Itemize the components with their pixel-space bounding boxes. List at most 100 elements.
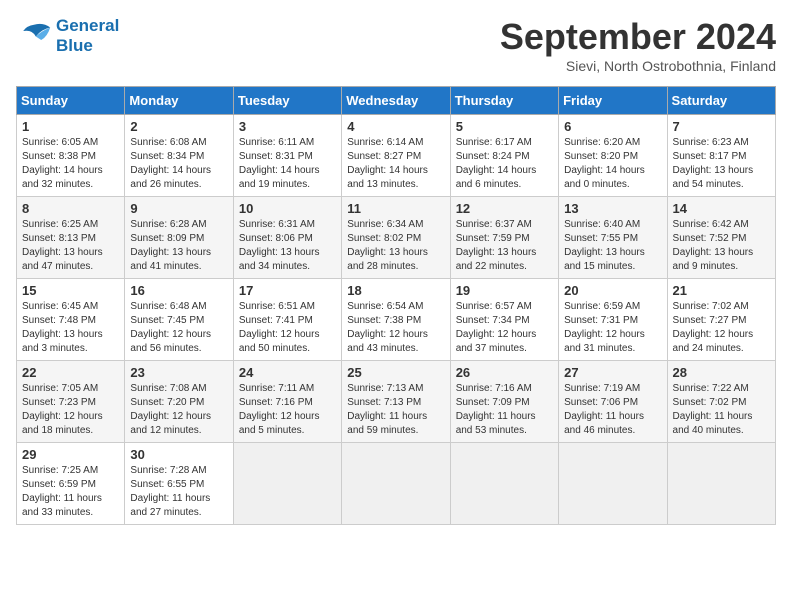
calendar-cell [559,443,667,525]
calendar-cell: 17 Sunrise: 6:51 AMSunset: 7:41 PMDaylig… [233,279,341,361]
day-info: Sunrise: 6:05 AMSunset: 8:38 PMDaylight:… [22,136,119,192]
calendar-cell: 30 Sunrise: 7:28 AMSunset: 6:55 PMDaylig… [125,443,233,525]
day-info: Sunrise: 6:48 AMSunset: 7:45 PMDaylight:… [130,300,227,356]
day-number: 14 [673,201,770,216]
day-number: 4 [347,119,444,134]
calendar-cell: 8 Sunrise: 6:25 AMSunset: 8:13 PMDayligh… [17,197,125,279]
day-number: 13 [564,201,661,216]
calendar-cell: 12 Sunrise: 6:37 AMSunset: 7:59 PMDaylig… [450,197,558,279]
calendar-week-4: 22 Sunrise: 7:05 AMSunset: 7:23 PMDaylig… [17,361,776,443]
calendar-cell [342,443,450,525]
day-number: 26 [456,365,553,380]
day-info: Sunrise: 6:14 AMSunset: 8:27 PMDaylight:… [347,136,444,192]
calendar-cell: 11 Sunrise: 6:34 AMSunset: 8:02 PMDaylig… [342,197,450,279]
day-number: 25 [347,365,444,380]
day-number: 22 [22,365,119,380]
day-info: Sunrise: 7:28 AMSunset: 6:55 PMDaylight:… [130,464,227,520]
day-number: 7 [673,119,770,134]
day-info: Sunrise: 6:42 AMSunset: 7:52 PMDaylight:… [673,218,770,274]
day-info: Sunrise: 7:05 AMSunset: 7:23 PMDaylight:… [22,382,119,438]
calendar-cell: 18 Sunrise: 6:54 AMSunset: 7:38 PMDaylig… [342,279,450,361]
day-info: Sunrise: 6:11 AMSunset: 8:31 PMDaylight:… [239,136,336,192]
day-info: Sunrise: 7:19 AMSunset: 7:06 PMDaylight:… [564,382,661,438]
day-info: Sunrise: 7:13 AMSunset: 7:13 PMDaylight:… [347,382,444,438]
calendar-cell: 19 Sunrise: 6:57 AMSunset: 7:34 PMDaylig… [450,279,558,361]
day-info: Sunrise: 6:57 AMSunset: 7:34 PMDaylight:… [456,300,553,356]
day-number: 24 [239,365,336,380]
day-info: Sunrise: 6:59 AMSunset: 7:31 PMDaylight:… [564,300,661,356]
day-number: 15 [22,283,119,298]
day-number: 19 [456,283,553,298]
weekday-header-tuesday: Tuesday [233,87,341,115]
day-info: Sunrise: 6:34 AMSunset: 8:02 PMDaylight:… [347,218,444,274]
calendar-cell: 2 Sunrise: 6:08 AMSunset: 8:34 PMDayligh… [125,115,233,197]
calendar-cell: 16 Sunrise: 6:48 AMSunset: 7:45 PMDaylig… [125,279,233,361]
page-header: General Blue September 2024 Sievi, North… [16,16,776,74]
day-info: Sunrise: 6:08 AMSunset: 8:34 PMDaylight:… [130,136,227,192]
day-info: Sunrise: 6:31 AMSunset: 8:06 PMDaylight:… [239,218,336,274]
weekday-header-thursday: Thursday [450,87,558,115]
day-number: 30 [130,447,227,462]
weekday-header-sunday: Sunday [17,87,125,115]
month-title: September 2024 [500,16,776,58]
day-info: Sunrise: 6:20 AMSunset: 8:20 PMDaylight:… [564,136,661,192]
calendar-cell: 27 Sunrise: 7:19 AMSunset: 7:06 PMDaylig… [559,361,667,443]
calendar-cell: 4 Sunrise: 6:14 AMSunset: 8:27 PMDayligh… [342,115,450,197]
calendar-cell: 22 Sunrise: 7:05 AMSunset: 7:23 PMDaylig… [17,361,125,443]
calendar-cell: 21 Sunrise: 7:02 AMSunset: 7:27 PMDaylig… [667,279,775,361]
weekday-header-row: SundayMondayTuesdayWednesdayThursdayFrid… [17,87,776,115]
day-number: 16 [130,283,227,298]
calendar-cell: 20 Sunrise: 6:59 AMSunset: 7:31 PMDaylig… [559,279,667,361]
day-number: 20 [564,283,661,298]
calendar-cell: 26 Sunrise: 7:16 AMSunset: 7:09 PMDaylig… [450,361,558,443]
day-number: 29 [22,447,119,462]
calendar-week-5: 29 Sunrise: 7:25 AMSunset: 6:59 PMDaylig… [17,443,776,525]
day-number: 27 [564,365,661,380]
day-info: Sunrise: 6:23 AMSunset: 8:17 PMDaylight:… [673,136,770,192]
day-info: Sunrise: 7:02 AMSunset: 7:27 PMDaylight:… [673,300,770,356]
calendar-cell: 7 Sunrise: 6:23 AMSunset: 8:17 PMDayligh… [667,115,775,197]
day-info: Sunrise: 7:11 AMSunset: 7:16 PMDaylight:… [239,382,336,438]
day-number: 11 [347,201,444,216]
calendar-cell: 24 Sunrise: 7:11 AMSunset: 7:16 PMDaylig… [233,361,341,443]
day-info: Sunrise: 6:51 AMSunset: 7:41 PMDaylight:… [239,300,336,356]
day-number: 5 [456,119,553,134]
day-info: Sunrise: 7:08 AMSunset: 7:20 PMDaylight:… [130,382,227,438]
weekday-header-saturday: Saturday [667,87,775,115]
day-number: 28 [673,365,770,380]
day-number: 23 [130,365,227,380]
day-info: Sunrise: 6:37 AMSunset: 7:59 PMDaylight:… [456,218,553,274]
weekday-header-friday: Friday [559,87,667,115]
calendar-cell: 9 Sunrise: 6:28 AMSunset: 8:09 PMDayligh… [125,197,233,279]
day-number: 3 [239,119,336,134]
calendar-cell [667,443,775,525]
day-info: Sunrise: 6:40 AMSunset: 7:55 PMDaylight:… [564,218,661,274]
calendar-cell: 28 Sunrise: 7:22 AMSunset: 7:02 PMDaylig… [667,361,775,443]
calendar-cell: 25 Sunrise: 7:13 AMSunset: 7:13 PMDaylig… [342,361,450,443]
location-subtitle: Sievi, North Ostrobothnia, Finland [500,58,776,74]
day-info: Sunrise: 6:25 AMSunset: 8:13 PMDaylight:… [22,218,119,274]
day-number: 10 [239,201,336,216]
title-area: September 2024 Sievi, North Ostrobothnia… [500,16,776,74]
day-number: 6 [564,119,661,134]
calendar-cell [450,443,558,525]
calendar-cell: 13 Sunrise: 6:40 AMSunset: 7:55 PMDaylig… [559,197,667,279]
day-number: 17 [239,283,336,298]
calendar-cell: 5 Sunrise: 6:17 AMSunset: 8:24 PMDayligh… [450,115,558,197]
calendar-week-3: 15 Sunrise: 6:45 AMSunset: 7:48 PMDaylig… [17,279,776,361]
day-info: Sunrise: 6:17 AMSunset: 8:24 PMDaylight:… [456,136,553,192]
calendar-table: SundayMondayTuesdayWednesdayThursdayFrid… [16,86,776,525]
day-number: 1 [22,119,119,134]
calendar-week-1: 1 Sunrise: 6:05 AMSunset: 8:38 PMDayligh… [17,115,776,197]
logo-icon [16,20,52,52]
calendar-cell: 10 Sunrise: 6:31 AMSunset: 8:06 PMDaylig… [233,197,341,279]
calendar-cell: 1 Sunrise: 6:05 AMSunset: 8:38 PMDayligh… [17,115,125,197]
day-number: 18 [347,283,444,298]
day-info: Sunrise: 7:25 AMSunset: 6:59 PMDaylight:… [22,464,119,520]
day-info: Sunrise: 7:16 AMSunset: 7:09 PMDaylight:… [456,382,553,438]
calendar-cell: 15 Sunrise: 6:45 AMSunset: 7:48 PMDaylig… [17,279,125,361]
calendar-cell: 3 Sunrise: 6:11 AMSunset: 8:31 PMDayligh… [233,115,341,197]
day-info: Sunrise: 6:54 AMSunset: 7:38 PMDaylight:… [347,300,444,356]
calendar-cell [233,443,341,525]
calendar-cell: 6 Sunrise: 6:20 AMSunset: 8:20 PMDayligh… [559,115,667,197]
